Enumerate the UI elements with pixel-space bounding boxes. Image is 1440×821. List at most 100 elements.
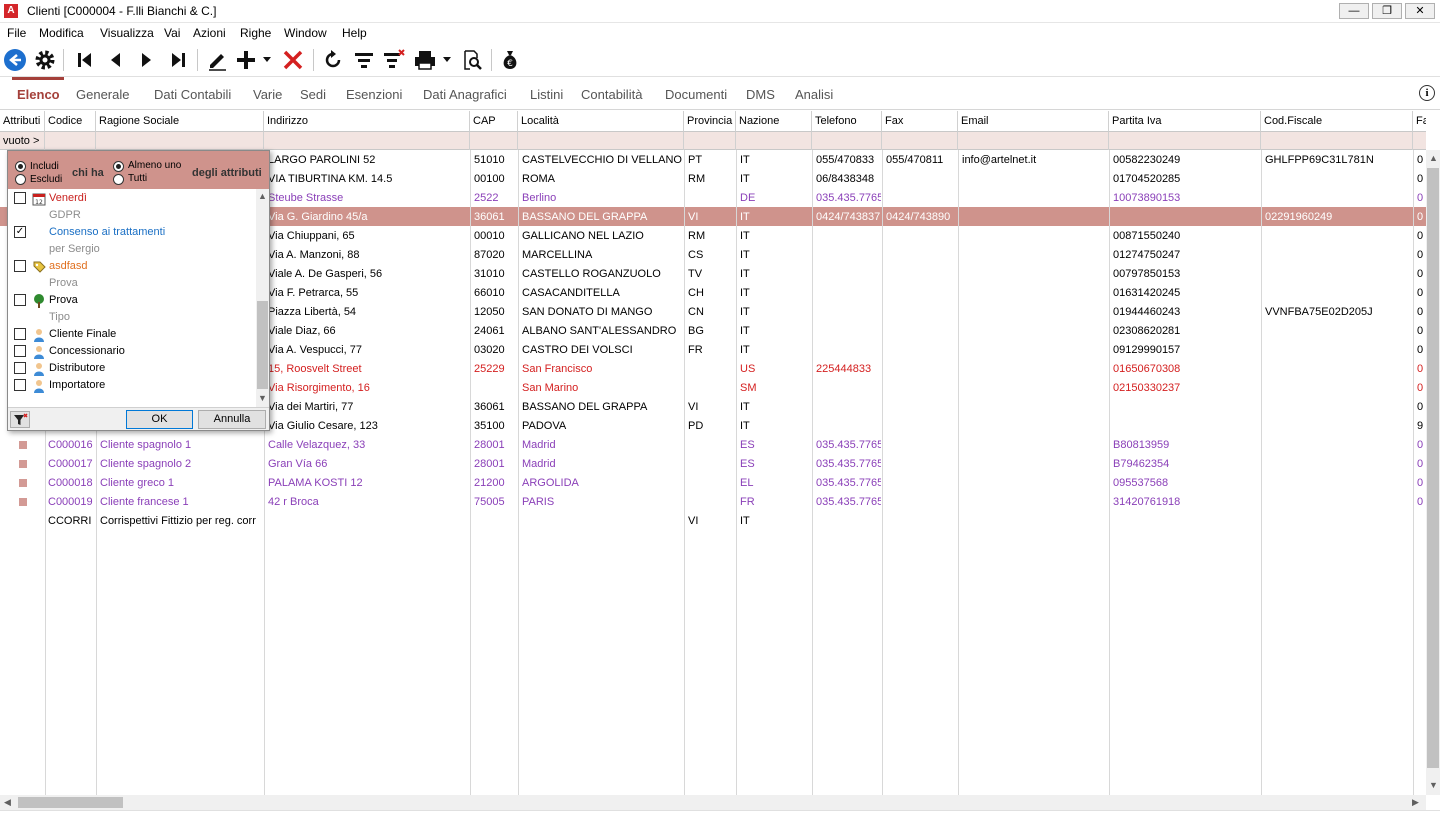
tab-dms[interactable]: DMS: [746, 87, 775, 102]
attribute-item[interactable]: 12 Venerdì: [8, 190, 256, 207]
attribute-scroll-down-icon[interactable]: ▼: [258, 393, 267, 403]
column-header-localita[interactable]: Località: [518, 111, 684, 132]
column-header-fax[interactable]: Fax: [882, 111, 958, 132]
filter-icon[interactable]: [351, 47, 377, 73]
attribute-checkbox[interactable]: [14, 294, 26, 306]
column-header-email[interactable]: Email: [958, 111, 1109, 132]
attribute-item[interactable]: Prova: [8, 292, 256, 309]
column-header-nazione[interactable]: Nazione: [736, 111, 812, 132]
attribute-item[interactable]: ✓ Consenso ai trattamenti: [8, 224, 256, 241]
scroll-up-icon[interactable]: ▲: [1429, 153, 1438, 163]
menu-window[interactable]: Window: [284, 26, 327, 40]
horizontal-scroll-thumb[interactable]: [18, 797, 123, 808]
clear-filter-icon[interactable]: [381, 47, 407, 73]
add-dropdown-icon[interactable]: [260, 47, 274, 73]
include-radio[interactable]: [15, 161, 26, 172]
vertical-scrollbar[interactable]: ▲ ▼: [1426, 150, 1440, 795]
column-header-fa[interactable]: Fa: [1413, 111, 1426, 132]
minimize-button[interactable]: —: [1339, 3, 1369, 19]
tab-esenzioni[interactable]: Esenzioni: [346, 87, 402, 102]
attribute-checkbox[interactable]: [14, 345, 26, 357]
tab-contabilita[interactable]: Contabilità: [581, 87, 642, 102]
attribute-checkbox[interactable]: ✓: [14, 226, 26, 238]
filter-row[interactable]: vuoto >: [0, 132, 1426, 150]
tab-dati-anagrafici[interactable]: Dati Anagrafici: [423, 87, 507, 102]
add-plus-icon[interactable]: [233, 47, 259, 73]
menu-modifica[interactable]: Modifica: [39, 26, 84, 40]
cell-cf: 02291960249: [1265, 211, 1333, 223]
info-icon[interactable]: i: [1419, 85, 1435, 101]
gear-icon[interactable]: [32, 47, 58, 73]
menu-azioni[interactable]: Azioni: [193, 26, 226, 40]
table-row[interactable]: C000018 Cliente greco 1 PALAMA KOSTI 12 212…: [0, 473, 1426, 492]
edit-pencil-icon[interactable]: [204, 47, 230, 73]
vertical-scroll-thumb[interactable]: [1427, 168, 1439, 768]
horizontal-scrollbar[interactable]: ◀ ▶: [0, 795, 1426, 810]
attribute-checkbox[interactable]: [14, 328, 26, 340]
menu-file[interactable]: File: [7, 26, 26, 40]
attribute-item[interactable]: Distributore: [8, 360, 256, 377]
funnel-icon[interactable]: [10, 411, 30, 428]
tab-sedi[interactable]: Sedi: [300, 87, 326, 102]
attribute-item[interactable]: Concessionario: [8, 343, 256, 360]
cell-tel: 035.435.7765: [816, 496, 881, 508]
back-circle-icon[interactable]: [2, 47, 28, 73]
close-button[interactable]: ✕: [1405, 3, 1435, 19]
print-preview-icon[interactable]: [459, 47, 485, 73]
tab-listini[interactable]: Listini: [530, 87, 563, 102]
menu-righe[interactable]: Righe: [240, 26, 271, 40]
print-dropdown-icon[interactable]: [440, 47, 454, 73]
cell-piva: 10073890153: [1113, 192, 1181, 204]
column-header-cod-fiscale[interactable]: Cod.Fiscale: [1261, 111, 1413, 132]
last-record-icon[interactable]: [165, 47, 191, 73]
attribute-checkbox[interactable]: [14, 379, 26, 391]
tab-documenti[interactable]: Documenti: [665, 87, 727, 102]
attribute-item[interactable]: Importatore: [8, 377, 256, 394]
previous-record-icon[interactable]: [103, 47, 129, 73]
tab-elenco[interactable]: Elenco: [17, 87, 60, 102]
attribute-checkbox[interactable]: [14, 260, 26, 272]
column-header-provincia[interactable]: Provincia: [684, 111, 736, 132]
ok-button[interactable]: OK: [126, 410, 193, 429]
column-header-attributi[interactable]: Attributi: [0, 111, 45, 132]
exclude-radio[interactable]: [15, 174, 26, 185]
next-record-icon[interactable]: [133, 47, 159, 73]
restore-button[interactable]: ❐: [1372, 3, 1402, 19]
table-row[interactable]: C000016 Cliente spagnolo 1 Calle Velazquez…: [0, 435, 1426, 454]
cancel-button[interactable]: Annulla: [198, 410, 266, 429]
column-header-codice[interactable]: Codice: [45, 111, 96, 132]
menu-visualizza[interactable]: Visualizza: [100, 26, 154, 40]
cell-fa: 0: [1417, 325, 1424, 337]
tab-generale[interactable]: Generale: [76, 87, 129, 102]
column-header-cap[interactable]: CAP: [470, 111, 518, 132]
column-header-telefono[interactable]: Telefono: [812, 111, 882, 132]
table-row[interactable]: C000017 Cliente spagnolo 2 Gran Vía 66 2800…: [0, 454, 1426, 473]
refresh-icon[interactable]: [320, 47, 346, 73]
money-bag-icon[interactable]: €: [497, 47, 523, 73]
tab-analisi[interactable]: Analisi: [795, 87, 833, 102]
column-header-ragione-sociale[interactable]: Ragione Sociale: [96, 111, 264, 132]
print-icon[interactable]: [412, 47, 438, 73]
at-least-one-radio[interactable]: [113, 161, 124, 172]
delete-x-icon[interactable]: [280, 47, 306, 73]
all-radio[interactable]: [113, 174, 124, 185]
first-record-icon[interactable]: [72, 47, 98, 73]
menu-vai[interactable]: Vai: [164, 26, 180, 40]
scroll-right-icon[interactable]: ▶: [1412, 797, 1419, 808]
menu-help[interactable]: Help: [342, 26, 367, 40]
attribute-list-scrollbar[interactable]: ▲ ▼: [256, 189, 269, 407]
table-row[interactable]: CCORRI Corrispettivi Fittizio per reg. co…: [0, 511, 1426, 530]
tab-dati-contabili[interactable]: Dati Contabili: [154, 87, 231, 102]
table-row[interactable]: C000019 Cliente francese 1 42 r Broca 75005…: [0, 492, 1426, 511]
attribute-scroll-up-icon[interactable]: ▲: [258, 191, 267, 201]
scroll-down-icon[interactable]: ▼: [1429, 780, 1438, 790]
scroll-left-icon[interactable]: ◀: [4, 797, 11, 808]
column-header-indirizzo[interactable]: Indirizzo: [264, 111, 470, 132]
attribute-item[interactable]: Cliente Finale: [8, 326, 256, 343]
attribute-checkbox[interactable]: [14, 192, 26, 204]
attribute-scroll-thumb[interactable]: [257, 301, 268, 389]
column-header-partita-iva[interactable]: Partita Iva: [1109, 111, 1261, 132]
attribute-checkbox[interactable]: [14, 362, 26, 374]
attribute-item[interactable]: asdfasd: [8, 258, 256, 275]
tab-varie[interactable]: Varie: [253, 87, 282, 102]
